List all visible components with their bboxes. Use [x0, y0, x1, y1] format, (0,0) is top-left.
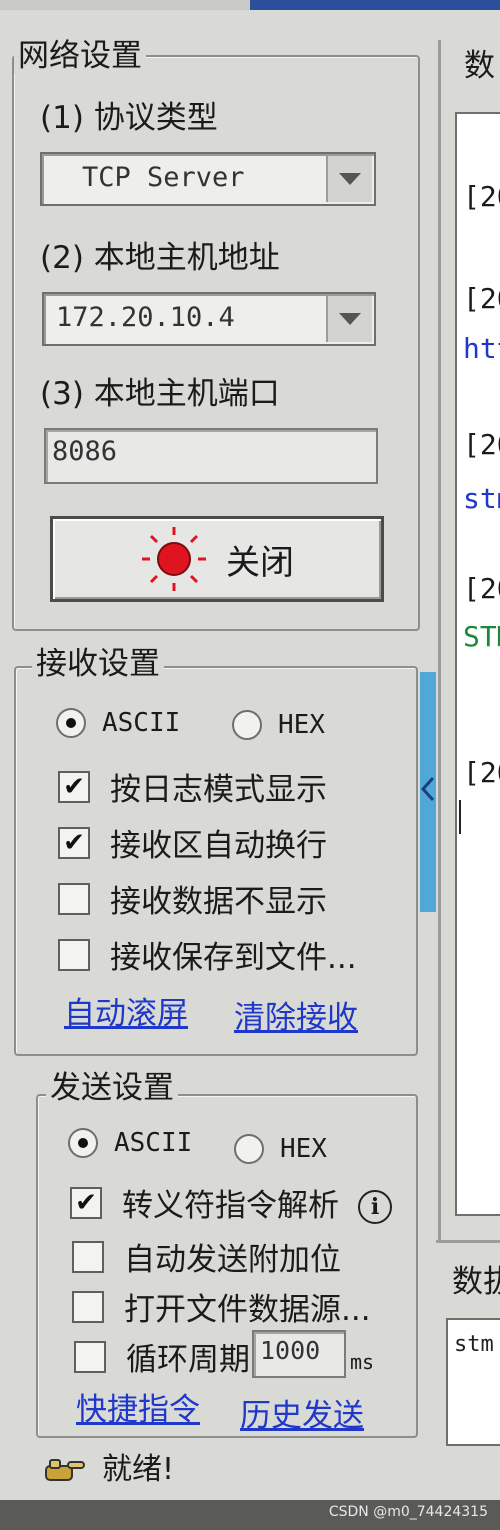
- chevron-left-icon[interactable]: [421, 776, 435, 802]
- auto-wrap-checkbox[interactable]: ✔ 接收区自动换行: [58, 820, 327, 865]
- status-indicator-icon: [142, 527, 206, 591]
- hide-data-label: 接收数据不显示: [110, 884, 327, 920]
- close-button-label: 关闭: [226, 542, 294, 583]
- text-cursor: [459, 800, 461, 834]
- host-address-select[interactable]: 172.20.10.4: [42, 292, 376, 346]
- log-line: htt: [463, 332, 500, 365]
- checkbox-empty-icon: [72, 1290, 104, 1323]
- escape-parse-checkbox[interactable]: ✔ 转义符指令解析: [70, 1180, 339, 1225]
- checkmark-icon: ✔: [58, 770, 90, 803]
- auto-append-label: 自动发送附加位: [124, 1242, 341, 1278]
- right-panel-divider: [438, 40, 441, 1240]
- send-hex-label: HEX: [280, 1134, 327, 1164]
- escape-parse-label: 转义符指令解析: [122, 1188, 339, 1224]
- protocol-type-value: TCP Server: [82, 162, 245, 193]
- cycle-period-label: 循环周期: [126, 1342, 250, 1378]
- radio-unselected-icon: [234, 1134, 264, 1164]
- receive-log-area[interactable]: [20 [20 htt [20 stm [20 STM [20: [455, 112, 500, 1216]
- radio-selected-icon: [56, 708, 86, 738]
- radio-selected-icon: [68, 1128, 98, 1158]
- host-port-value: 8086: [52, 436, 118, 467]
- receive-ascii-radio[interactable]: ASCII: [56, 708, 180, 738]
- receive-ascii-label: ASCII: [102, 708, 181, 738]
- send-ascii-label: ASCII: [114, 1128, 193, 1158]
- shortcut-commands-link[interactable]: 快捷指令: [76, 1384, 200, 1429]
- log-line: [20: [463, 180, 500, 213]
- history-send-link[interactable]: 历史发送: [240, 1390, 364, 1435]
- receive-settings-title: 接收设置: [32, 646, 164, 682]
- cycle-period-input[interactable]: 1000: [252, 1330, 346, 1378]
- open-file-source-label: 打开文件数据源...: [124, 1292, 371, 1328]
- chevron-down-icon[interactable]: [326, 156, 372, 202]
- log-line: [20: [463, 428, 500, 461]
- radio-unselected-icon: [232, 710, 262, 740]
- log-line: [20: [463, 282, 500, 315]
- info-icon[interactable]: i: [358, 1190, 392, 1224]
- chevron-down-icon[interactable]: [326, 296, 372, 342]
- cycle-unit-label: ms: [350, 1350, 375, 1374]
- hand-pointer-icon: [45, 1459, 85, 1481]
- log-line: stm: [463, 482, 500, 515]
- protocol-type-label: (1) 协议类型: [40, 100, 218, 136]
- save-to-file-checkbox[interactable]: 接收保存到文件...: [58, 932, 357, 977]
- send-input-text: stm: [454, 1332, 494, 1357]
- log-mode-label: 按日志模式显示: [110, 772, 327, 808]
- log-mode-checkbox[interactable]: ✔ 按日志模式显示: [58, 764, 327, 809]
- receive-hex-label: HEX: [278, 710, 325, 740]
- status-text: 就绪!: [102, 1452, 175, 1487]
- receive-hex-radio[interactable]: HEX: [232, 710, 325, 740]
- watermark: CSDN @m0_74424315: [328, 1504, 488, 1520]
- checkbox-empty-icon: [58, 938, 90, 971]
- open-file-source-checkbox[interactable]: 打开文件数据源...: [72, 1284, 371, 1329]
- auto-append-checkbox[interactable]: 自动发送附加位: [72, 1234, 341, 1279]
- host-address-value: 172.20.10.4: [56, 302, 235, 333]
- send-hex-radio[interactable]: HEX: [234, 1134, 327, 1164]
- cycle-period-checkbox[interactable]: 循环周期: [74, 1334, 250, 1379]
- auto-wrap-label: 接收区自动换行: [110, 828, 327, 864]
- host-port-label: (3) 本地主机端口: [40, 376, 280, 412]
- top-right-tab: [250, 0, 500, 10]
- checkbox-empty-icon: [58, 882, 90, 915]
- save-to-file-label: 接收保存到文件...: [110, 940, 357, 976]
- protocol-type-select[interactable]: TCP Server: [40, 152, 376, 206]
- checkmark-icon: ✔: [70, 1186, 102, 1219]
- checkbox-empty-icon: [72, 1240, 104, 1273]
- log-line: STM: [463, 620, 500, 653]
- send-input-area[interactable]: stm: [446, 1318, 500, 1446]
- log-line: [20: [463, 572, 500, 605]
- hide-data-checkbox[interactable]: 接收数据不显示: [58, 876, 327, 921]
- send-area-divider: [436, 1240, 500, 1243]
- checkbox-empty-icon: [74, 1340, 106, 1373]
- log-line: [20: [463, 756, 500, 789]
- checkmark-icon: ✔: [58, 826, 90, 859]
- close-connection-button[interactable]: 关闭: [50, 516, 384, 602]
- host-address-label: (2) 本地主机地址: [40, 240, 280, 276]
- send-settings-title: 发送设置: [46, 1070, 178, 1106]
- send-ascii-radio[interactable]: ASCII: [68, 1128, 192, 1158]
- status-bar: [30, 1446, 500, 1496]
- data-send-title: 数拔: [452, 1264, 500, 1300]
- host-port-input[interactable]: 8086: [44, 428, 378, 484]
- cycle-period-value: 1000: [260, 1336, 321, 1365]
- data-receive-title: 数: [464, 48, 495, 84]
- clear-receive-link[interactable]: 清除接收: [234, 992, 358, 1037]
- network-settings-title: 网络设置: [14, 38, 146, 74]
- auto-scroll-link[interactable]: 自动滚屏: [64, 988, 188, 1033]
